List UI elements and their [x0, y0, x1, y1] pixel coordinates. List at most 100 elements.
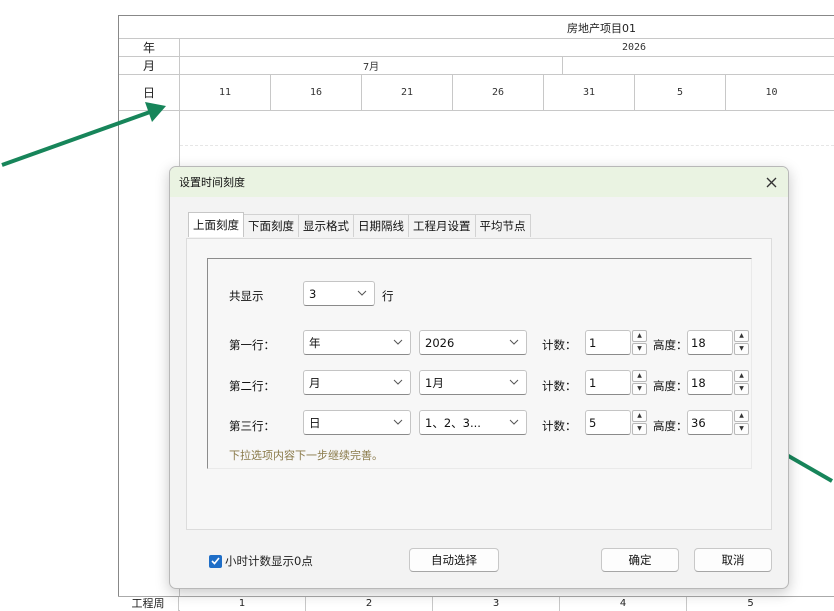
row3-count-spinner: ▲ ▼ — [632, 410, 647, 435]
spin-up-button[interactable]: ▲ — [632, 370, 647, 382]
tab-date-gridline[interactable]: 日期隔线 — [353, 214, 409, 237]
row2-format-value: 1月 — [425, 375, 444, 390]
ok-button[interactable]: 确定 — [601, 548, 679, 572]
hint-text: 下拉选项内容下一步继续完善。 — [229, 449, 383, 462]
row1-label: 第一行： — [229, 338, 275, 352]
chevron-down-icon — [508, 376, 520, 388]
day-cell: 31 — [544, 75, 635, 110]
row1-height-value: 18 — [691, 335, 706, 350]
year-row-label: 年 — [119, 39, 180, 56]
row2-height-label: 高度： — [653, 379, 688, 393]
year-cell: 2026 — [621, 42, 647, 53]
row1-unit-value: 年 — [309, 335, 321, 350]
row2-label: 第二行： — [229, 379, 275, 393]
spin-down-button[interactable]: ▼ — [632, 343, 647, 355]
row2-count-input[interactable]: 1 — [585, 370, 631, 395]
show-zero-hour-checkbox[interactable]: 小时计数显示0点 — [209, 553, 313, 569]
week-row: 工程周 1 2 3 4 5 — [118, 596, 834, 611]
row3-unit-value: 日 — [309, 415, 321, 430]
row3-height-input[interactable]: 36 — [687, 410, 733, 435]
row1-count-spinner: ▲ ▼ — [632, 330, 647, 355]
close-button[interactable] — [762, 173, 780, 191]
day-cell: 10 — [765, 87, 778, 98]
row3-count-label: 计数： — [542, 419, 577, 433]
spin-down-button[interactable]: ▼ — [734, 423, 749, 435]
dialog-titlebar[interactable]: 设置时间刻度 — [170, 167, 788, 197]
row3-height-label: 高度： — [653, 419, 688, 433]
row1-height-spinner: ▲ ▼ — [734, 330, 749, 355]
month-row: 月 7月 — [119, 57, 834, 75]
row2-count-value: 1 — [589, 375, 597, 390]
day-cell: 5 — [635, 75, 726, 110]
month-cell: 7月 — [180, 57, 563, 74]
week-cell: 4 — [560, 597, 687, 611]
spin-up-button[interactable]: ▲ — [632, 330, 647, 342]
spin-down-button[interactable]: ▼ — [632, 423, 647, 435]
timescale-settings-dialog: 设置时间刻度 上面刻度 下面刻度 显示格式 日期隔线 工程月设置 平均节点 共显… — [169, 166, 789, 589]
row2-unit-value: 月 — [309, 375, 321, 390]
chevron-down-icon — [356, 287, 368, 299]
row3-label: 第三行： — [229, 419, 275, 433]
day-cell: 21 — [362, 75, 453, 110]
tab-display-format[interactable]: 显示格式 — [298, 214, 354, 237]
show-rows-label: 共显示 — [229, 289, 264, 303]
row2-count-spinner: ▲ ▼ — [632, 370, 647, 395]
week-cell: 1 — [179, 597, 306, 611]
row3-height-spinner: ▲ ▼ — [734, 410, 749, 435]
spin-up-button[interactable]: ▲ — [734, 410, 749, 422]
grid-dashed-line — [180, 145, 834, 146]
auto-select-button[interactable]: 自动选择 — [409, 548, 499, 572]
row3-count-value: 5 — [589, 415, 597, 430]
month-row-label: 月 — [119, 57, 180, 74]
chevron-down-icon — [508, 336, 520, 348]
row1-height-input[interactable]: 18 — [687, 330, 733, 355]
tab-project-month[interactable]: 工程月设置 — [408, 214, 476, 237]
row2-height-input[interactable]: 18 — [687, 370, 733, 395]
chevron-down-icon — [508, 416, 520, 428]
row1-count-label: 计数： — [542, 338, 577, 352]
row1-format-select[interactable]: 2026 — [419, 330, 527, 355]
cancel-button[interactable]: 取消 — [694, 548, 772, 572]
row3-unit-select[interactable]: 日 — [303, 410, 411, 435]
row1-count-input[interactable]: 1 — [585, 330, 631, 355]
show-rows-unit: 行 — [382, 289, 394, 303]
row1-unit-select[interactable]: 年 — [303, 330, 411, 355]
tab-average-node[interactable]: 平均节点 — [474, 214, 531, 237]
show-rows-select[interactable]: 3 — [303, 281, 375, 306]
row3-format-select[interactable]: 1、2、3... — [419, 410, 527, 435]
project-title-row: 房地产项目01 — [119, 16, 834, 39]
row2-height-spinner: ▲ ▼ — [734, 370, 749, 395]
spin-up-button[interactable]: ▲ — [632, 410, 647, 422]
day-cell: 11 — [180, 75, 271, 110]
settings-group: 共显示 3 行 第一行： 年 2026 计数： 1 ▲ ▼ 高度： 18 ▲ ▼… — [207, 258, 752, 469]
project-title: 房地产项目01 — [567, 22, 636, 35]
row3-count-input[interactable]: 5 — [585, 410, 631, 435]
checkbox-checked-icon — [209, 554, 222, 568]
row1-format-value: 2026 — [425, 335, 455, 350]
close-icon — [766, 177, 776, 187]
annotation-arrow-day-row — [1, 102, 166, 167]
row2-unit-select[interactable]: 月 — [303, 370, 411, 395]
day-cell: 26 — [453, 75, 544, 110]
spin-up-button[interactable]: ▲ — [734, 330, 749, 342]
day-cell: 16 — [271, 75, 362, 110]
checkbox-label: 小时计数显示0点 — [225, 554, 313, 568]
year-row: 年 2026 — [119, 39, 834, 57]
row3-format-value: 1、2、3... — [425, 415, 481, 430]
row3-height-value: 36 — [691, 415, 706, 430]
row2-height-value: 18 — [691, 375, 706, 390]
week-row-label: 工程周 — [118, 597, 179, 611]
spin-up-button[interactable]: ▲ — [734, 370, 749, 382]
spin-down-button[interactable]: ▼ — [734, 343, 749, 355]
chevron-down-icon — [392, 376, 404, 388]
row1-count-value: 1 — [589, 335, 597, 350]
spin-down-button[interactable]: ▼ — [734, 383, 749, 395]
row1-height-label: 高度： — [653, 338, 688, 352]
tab-upper-scale[interactable]: 上面刻度 — [188, 212, 244, 237]
tab-lower-scale[interactable]: 下面刻度 — [243, 214, 299, 237]
chevron-down-icon — [392, 336, 404, 348]
dialog-title: 设置时间刻度 — [179, 176, 245, 189]
row2-format-select[interactable]: 1月 — [419, 370, 527, 395]
week-cell: 5 — [747, 598, 754, 609]
spin-down-button[interactable]: ▼ — [632, 383, 647, 395]
